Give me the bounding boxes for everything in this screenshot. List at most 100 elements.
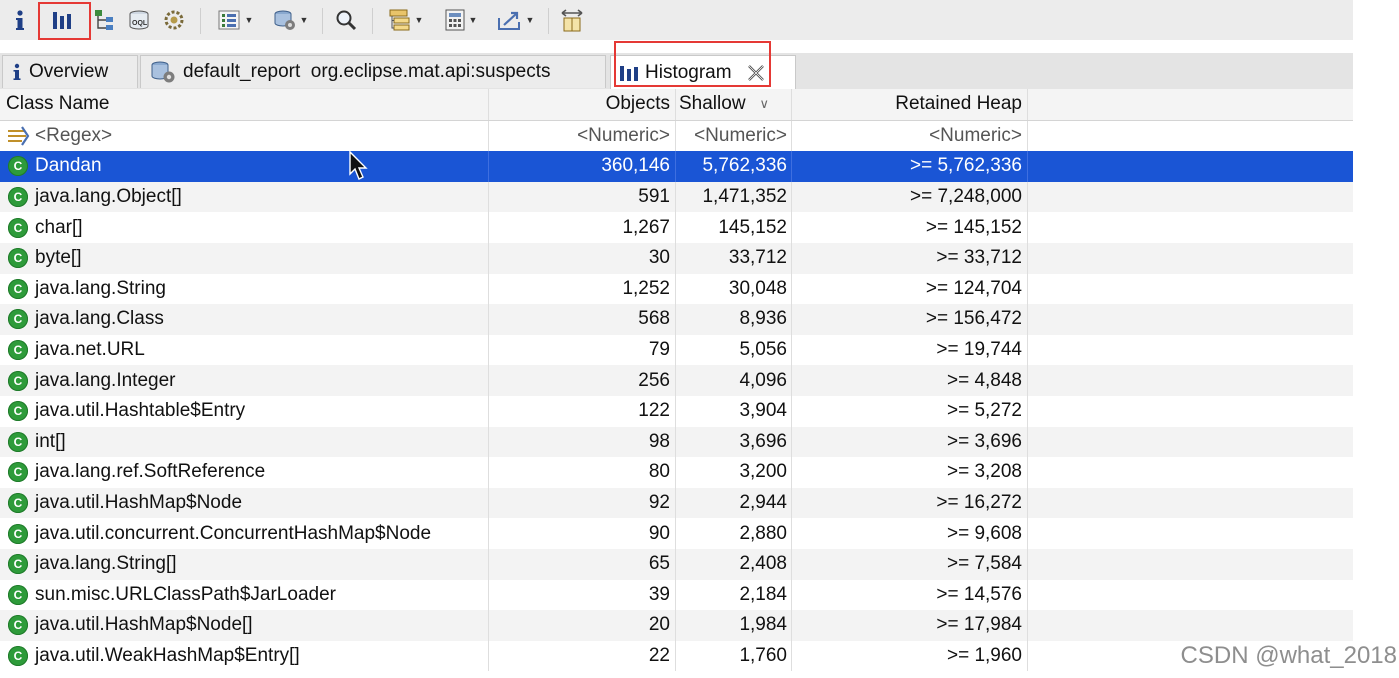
table-row[interactable]: Cjava.util.Hashtable$Entry 122 3,904 >= 5,2…	[0, 395, 1353, 427]
tab-default-report[interactable]: default_report org.eclipse.mat.api:suspe…	[140, 55, 606, 88]
column-header-retained-heap[interactable]: Retained Heap	[792, 89, 1022, 120]
class-name-cell: Cjava.lang.String[]	[8, 549, 488, 580]
tab-overview[interactable]: Overview	[2, 55, 138, 88]
regex-filter-input[interactable]: <Regex>	[6, 121, 112, 152]
class-icon: C	[8, 431, 28, 452]
oql-icon[interactable]: OQL	[125, 5, 153, 35]
class-name: java.lang.Class	[35, 308, 164, 330]
class-name-cell: Cjava.util.HashMap$Node[]	[8, 610, 488, 641]
table-row[interactable]: Cjava.util.WeakHashMap$Entry[] 22 1,760 >= …	[0, 640, 1353, 672]
chevron-down-icon[interactable]: ▼	[245, 15, 254, 25]
retained-heap-cell: >= 17,984	[936, 614, 1022, 636]
table-row[interactable]: Cjava.lang.Object[] 591 1,471,352 >= 7,248,…	[0, 181, 1353, 213]
histogram-tab-highlight-box	[614, 41, 771, 87]
class-name: java.lang.ref.SoftReference	[35, 461, 266, 483]
histogram-highlight-box	[38, 2, 91, 40]
table-row[interactable]: Cjava.util.HashMap$Node[] 20 1,984 >= 17,98…	[0, 610, 1353, 641]
export-icon[interactable]: ▼	[490, 5, 540, 35]
svg-text:OQL: OQL	[132, 20, 148, 27]
class-icon: C	[8, 645, 28, 666]
retained-filter-input[interactable]: <Numeric>	[792, 121, 1022, 152]
tab-label: default_report org.eclipse.mat.api:suspe…	[183, 61, 551, 82]
retained-heap-cell: >= 16,272	[936, 492, 1022, 514]
class-name: java.net.URL	[35, 339, 145, 361]
run-expert-system-icon[interactable]: ▼	[210, 5, 260, 35]
class-name: java.util.WeakHashMap$Entry[]	[35, 644, 300, 666]
chevron-down-icon[interactable]: ▼	[300, 15, 309, 25]
table-row[interactable]: Cint[] 98 3,696 >= 3,696	[0, 426, 1353, 458]
chevron-down-icon[interactable]: ▼	[526, 15, 535, 25]
toolbar: OQL ▼ ▼ ▼ ▼ ▼	[0, 0, 1353, 40]
shallow-heap-cell: 1,471,352	[702, 186, 787, 208]
objects-cell: 79	[648, 339, 670, 361]
retained-heap-cell: >= 5,762,336	[910, 155, 1022, 177]
dominator-tree-icon[interactable]	[92, 5, 118, 35]
retained-heap-cell: >= 7,248,000	[910, 186, 1022, 208]
objects-cell: 1,252	[622, 277, 670, 299]
table-row[interactable]: Cchar[] 1,267 145,152 >= 145,152	[0, 212, 1353, 243]
class-icon: C	[8, 278, 28, 299]
objects-cell: 256	[638, 369, 670, 391]
mouse-cursor	[348, 150, 370, 187]
table-row[interactable]: Csun.misc.URLClassPath$JarLoader 39 2,184 >…	[0, 579, 1353, 611]
sort-descending-icon: ∨	[759, 96, 770, 112]
objects-cell: 92	[648, 492, 670, 514]
search-icon[interactable]	[331, 5, 361, 35]
objects-cell: 20	[648, 614, 670, 636]
class-name: java.lang.String	[35, 277, 166, 299]
info-icon[interactable]	[8, 5, 32, 35]
class-icon: C	[8, 401, 28, 422]
column-header-shallow-label: Shallow	[679, 93, 746, 115]
retained-heap-cell: >= 1,960	[946, 644, 1022, 666]
table-row[interactable]: C Dandan 360,146 5,762,336 >= 5,762,336	[0, 151, 1353, 182]
table-row[interactable]: Cjava.util.concurrent.ConcurrentHashMap$…	[0, 518, 1353, 549]
objects-filter-input[interactable]: <Numeric>	[489, 121, 670, 152]
heap-dump-overview-icon[interactable]	[160, 5, 188, 35]
chevron-down-icon[interactable]: ▼	[415, 15, 424, 25]
shallow-heap-cell: 4,096	[739, 369, 787, 391]
calculate-retained-icon[interactable]: ▼	[436, 5, 484, 35]
column-header-shallow[interactable]: Shallow ∨	[679, 89, 789, 120]
objects-cell: 39	[648, 583, 670, 605]
chevron-down-icon[interactable]: ▼	[469, 15, 478, 25]
objects-cell: 591	[638, 186, 670, 208]
class-name-cell: Cjava.util.Hashtable$Entry	[8, 396, 488, 427]
class-icon: C	[8, 615, 28, 636]
column-header-class-name[interactable]: Class Name	[6, 89, 109, 120]
table-row[interactable]: Cjava.lang.String[] 65 2,408 >= 7,584	[0, 548, 1353, 580]
filter-icon	[6, 125, 32, 147]
table-row[interactable]: Cjava.lang.Class 568 8,936 >= 156,472	[0, 304, 1353, 335]
class-name-cell: Cchar[]	[8, 212, 488, 243]
class-icon: C	[8, 493, 28, 514]
table-row[interactable]: Cjava.util.HashMap$Node 92 2,944 >= 16,272	[0, 487, 1353, 519]
class-icon: C	[8, 554, 28, 575]
shallow-heap-cell: 5,762,336	[702, 155, 787, 177]
regex-filter-placeholder: <Regex>	[35, 124, 113, 146]
table-row[interactable]: Cjava.lang.Integer 256 4,096 >= 4,848	[0, 365, 1353, 396]
retained-heap-cell: >= 7,584	[946, 553, 1022, 575]
shallow-filter-input[interactable]: <Numeric>	[676, 121, 787, 152]
class-icon: C	[8, 309, 28, 330]
table-row[interactable]: Cjava.lang.String 1,252 30,048 >= 124,704	[0, 273, 1353, 305]
table-row[interactable]: Cjava.net.URL 79 5,056 >= 19,744	[0, 334, 1353, 366]
class-name: sun.misc.URLClassPath$JarLoader	[35, 583, 336, 605]
column-header-objects[interactable]: Objects	[489, 89, 670, 120]
retained-heap-cell: >= 9,608	[946, 522, 1022, 544]
query-browser-icon[interactable]: ▼	[266, 5, 314, 35]
compare-icon[interactable]	[556, 5, 588, 35]
class-name-cell: Cjava.lang.String	[8, 274, 488, 305]
class-name-cell: Cjava.lang.Object[]	[8, 182, 488, 213]
table-row[interactable]: Cbyte[] 30 33,712 >= 33,712	[0, 242, 1353, 274]
shallow-heap-cell: 1,760	[739, 644, 787, 666]
group-by-icon[interactable]: ▼	[380, 5, 430, 35]
class-name: java.util.HashMap$Node[]	[35, 614, 253, 636]
table-row[interactable]: Cjava.lang.ref.SoftReference 80 3,200 >= 3,…	[0, 457, 1353, 488]
retained-heap-cell: >= 14,576	[936, 583, 1022, 605]
class-name: int[]	[35, 430, 66, 452]
objects-cell: 30	[648, 247, 670, 269]
shallow-heap-cell: 2,880	[739, 522, 787, 544]
retained-heap-cell: >= 145,152	[925, 216, 1022, 238]
class-name-cell: Cjava.util.HashMap$Node	[8, 488, 488, 519]
retained-heap-cell: >= 124,704	[925, 277, 1022, 299]
shallow-heap-cell: 8,936	[739, 308, 787, 330]
